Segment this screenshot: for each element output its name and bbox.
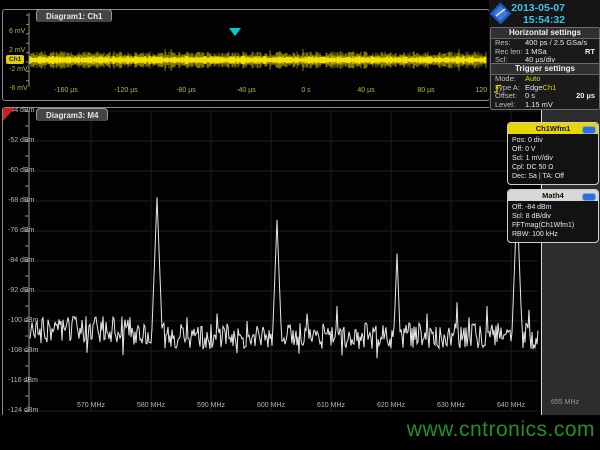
dbm-axis-label: -92 dBm: [8, 287, 34, 294]
freq-axis-label: 600 MHz: [247, 402, 295, 409]
math4-detail-row: FFTmag(Ch1Wfm1): [508, 221, 598, 230]
math4-detail-row: RBW: 100 kHz: [508, 230, 598, 239]
math4-detail-row: Off: -84 dBm: [508, 203, 598, 212]
oscilloscope-screen: 6 mV 2 mV -2 mV -6 mV Ch1 -160 µs -120 µs -80…: [0, 0, 600, 450]
math4-header[interactable]: Math4: [508, 190, 598, 201]
freq-axis-label: 590 MHz: [187, 402, 235, 409]
trigger-level-row[interactable]: Level:1.15 mV: [491, 101, 599, 110]
tab-diagram1-ch1[interactable]: Diagram1: Ch1: [36, 9, 112, 22]
time-axis-label: 40 µs: [341, 87, 391, 94]
bottom-bar: www.cntronics.com: [0, 415, 600, 450]
time-axis-label: -120 µs: [101, 87, 151, 94]
ch1-offset-marker[interactable]: Ch1: [6, 55, 24, 64]
dbm-axis-label: -68 dBm: [8, 197, 34, 204]
freq-axis-label: 580 MHz: [127, 402, 175, 409]
dbm-axis-label: -108 dBm: [8, 347, 38, 354]
freq-axis-label: 640 MHz: [487, 402, 535, 409]
axis-end-frequency-label: 655 MHz: [551, 399, 579, 406]
ch1wfm1-detail-row: Dec: Sa | TA: Off: [508, 172, 598, 181]
dbm-axis-label: -52 dBm: [8, 137, 34, 144]
freq-axis-label: 610 MHz: [307, 402, 355, 409]
time-axis-label: -40 µs: [221, 87, 271, 94]
dbm-axis-label: -100 dBm: [8, 317, 38, 324]
time-axis-label: 80 µs: [401, 87, 451, 94]
m4-reference-flag-icon: [3, 108, 15, 121]
ch1-y-axis-label: 6 mV: [9, 28, 25, 35]
freq-axis-label: 620 MHz: [367, 402, 415, 409]
ch1wfm1-detail-row: Pos: 0 div: [508, 136, 598, 145]
freq-axis-label: 570 MHz: [67, 402, 115, 409]
math4-detail-row: Scl: 8 dB/div: [508, 212, 598, 221]
ch1wfm1-detail-row: Scl: 1 mV/div: [508, 154, 598, 163]
horizontal-settings-box: Horizontal settings Res:400 ps / 2.5 GSa…: [490, 27, 600, 66]
ch1-waveform-plot: [3, 10, 487, 98]
trigger-position-marker-icon[interactable]: [229, 28, 241, 36]
realtime-badge: RT: [585, 48, 595, 57]
ch1wfm1-header[interactable]: Ch1Wfm1: [508, 123, 598, 134]
trigger-offset-extra: 20 µs: [576, 92, 595, 101]
math4-details: Off: -84 dBmScl: 8 dB/divFFTmag(Ch1Wfm1)…: [508, 201, 598, 242]
rohde-schwarz-logo-icon: [489, 2, 512, 25]
dbm-axis-label: -60 dBm: [8, 167, 34, 174]
time-axis-label: -160 µs: [41, 87, 91, 94]
minimize-toggle-icon[interactable]: [582, 193, 596, 201]
ch1-y-axis-label: 2 mV: [9, 47, 25, 54]
ch1wfm1-detail-row: Cpl: DC 50 Ω: [508, 163, 598, 172]
math4-info-box[interactable]: Math4 Off: -84 dBmScl: 8 dB/divFFTmag(Ch…: [507, 189, 599, 243]
time-axis-label: 0 s: [281, 87, 331, 94]
freq-axis-label: 630 MHz: [427, 402, 475, 409]
minimize-toggle-icon[interactable]: [582, 126, 596, 134]
watermark-text: www.cntronics.com: [407, 418, 595, 442]
ch1wfm1-detail-row: Off: 0 V: [508, 145, 598, 154]
tab-diagram3-m4[interactable]: Diagram3: M4: [36, 108, 108, 121]
settings-panel: 2013-05-07 15:54:32 Horizontal settings …: [489, 0, 600, 108]
dbm-axis-label: -76 dBm: [8, 227, 34, 234]
diagram3-m4[interactable]: -44 dBm-52 dBm-60 dBm-68 dBm-76 dBm-84 d…: [2, 107, 542, 417]
m4-spectrum-plot: [3, 108, 539, 414]
time-axis-label: -80 µs: [161, 87, 211, 94]
diagram1-ch1[interactable]: 6 mV 2 mV -2 mV -6 mV Ch1 -160 µs -120 µs -80…: [2, 9, 490, 101]
dbm-axis-label: -116 dBm: [8, 377, 38, 384]
dbm-axis-label: -124 dBm: [8, 407, 38, 414]
ch1wfm1-info-box[interactable]: Ch1Wfm1 Pos: 0 divOff: 0 VScl: 1 mV/divC…: [507, 122, 599, 185]
trigger-settings-box: Trigger settings Mode:Auto Type A:EdgeCh…: [490, 63, 600, 110]
dbm-axis-label: -84 dBm: [8, 257, 34, 264]
ch1wfm1-details: Pos: 0 divOff: 0 VScl: 1 mV/divCpl: DC 5…: [508, 134, 598, 184]
ch1-y-axis-label: -2 mV: [9, 66, 28, 73]
ch1-y-axis-label: -6 mV: [9, 85, 28, 92]
